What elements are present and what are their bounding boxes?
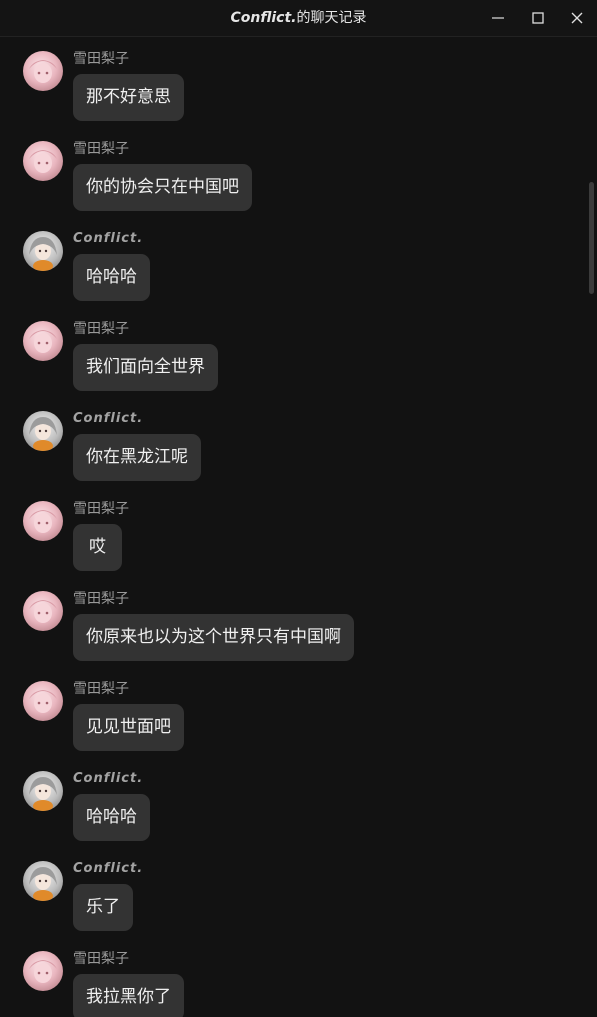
message-item: 雪田梨子 我们面向全世界 — [0, 321, 585, 411]
gray-hair-avatar-icon[interactable] — [23, 411, 63, 451]
message-item: 雪田梨子 我拉黑你了 — [0, 951, 585, 1017]
sender-name: Conflict. — [73, 861, 144, 876]
pink-avatar-icon[interactable] — [23, 681, 63, 721]
message-bubble[interactable]: 你原来也以为这个世界只有中国啊 — [73, 614, 354, 661]
sender-name: 雪田梨子 — [73, 141, 129, 157]
message-item: 雪田梨子 哎 — [0, 501, 585, 591]
message-item: 雪田梨子 那不好意思 — [0, 51, 585, 141]
maximize-icon — [532, 12, 544, 24]
pink-avatar-icon[interactable] — [23, 591, 63, 631]
message-bubble[interactable]: 我们面向全世界 — [73, 344, 218, 391]
window-title-name: Conflict. — [230, 10, 297, 26]
pink-avatar-icon[interactable] — [23, 141, 63, 181]
gray-hair-avatar-icon[interactable] — [23, 231, 63, 271]
message-bubble[interactable]: 哈哈哈 — [73, 254, 150, 301]
message-bubble[interactable]: 哎 — [73, 524, 122, 571]
scrollbar-thumb[interactable] — [589, 182, 594, 294]
message-item: Conflict. 你在黑龙江呢 — [0, 411, 585, 501]
message-item: 雪田梨子 你的协会只在中国吧 — [0, 141, 585, 231]
close-button[interactable] — [557, 0, 597, 36]
sender-name: Conflict. — [73, 771, 144, 786]
sender-name: 雪田梨子 — [73, 681, 129, 697]
message-bubble[interactable]: 哈哈哈 — [73, 794, 150, 841]
sender-name: 雪田梨子 — [73, 321, 129, 337]
message-bubble[interactable]: 我拉黑你了 — [73, 974, 184, 1017]
message-item: 雪田梨子 你原来也以为这个世界只有中国啊 — [0, 591, 585, 681]
gray-hair-avatar-icon[interactable] — [23, 771, 63, 811]
message-bubble[interactable]: 那不好意思 — [73, 74, 184, 121]
sender-name: 雪田梨子 — [73, 51, 129, 67]
pink-avatar-icon[interactable] — [23, 51, 63, 91]
message-item: Conflict. 哈哈哈 — [0, 231, 585, 321]
message-item: 雪田梨子 见见世面吧 — [0, 681, 585, 771]
minimize-icon — [492, 17, 504, 19]
sender-name: 雪田梨子 — [73, 951, 129, 967]
pink-avatar-icon[interactable] — [23, 951, 63, 991]
window-title-suffix: 的聊天记录 — [296, 10, 367, 26]
chat-history-window: Conflict.的聊天记录 雪田梨子 那不好意思 雪田梨子 你的协会只在中国吧… — [0, 0, 597, 1017]
message-bubble[interactable]: 见见世面吧 — [73, 704, 184, 751]
message-bubble[interactable]: 你在黑龙江呢 — [73, 434, 201, 481]
sender-name: Conflict. — [73, 231, 144, 246]
message-bubble[interactable]: 乐了 — [73, 884, 133, 931]
message-item: Conflict. 乐了 — [0, 861, 585, 951]
gray-hair-avatar-icon[interactable] — [23, 861, 63, 901]
minimize-button[interactable] — [478, 0, 518, 36]
title-bar: Conflict.的聊天记录 — [0, 0, 597, 37]
maximize-button[interactable] — [518, 0, 558, 36]
pink-avatar-icon[interactable] — [23, 321, 63, 361]
sender-name: Conflict. — [73, 411, 144, 426]
sender-name: 雪田梨子 — [73, 591, 129, 607]
message-bubble[interactable]: 你的协会只在中国吧 — [73, 164, 252, 211]
pink-avatar-icon[interactable] — [23, 501, 63, 541]
close-icon — [571, 12, 583, 24]
sender-name: 雪田梨子 — [73, 501, 129, 517]
message-item: Conflict. 哈哈哈 — [0, 771, 585, 861]
